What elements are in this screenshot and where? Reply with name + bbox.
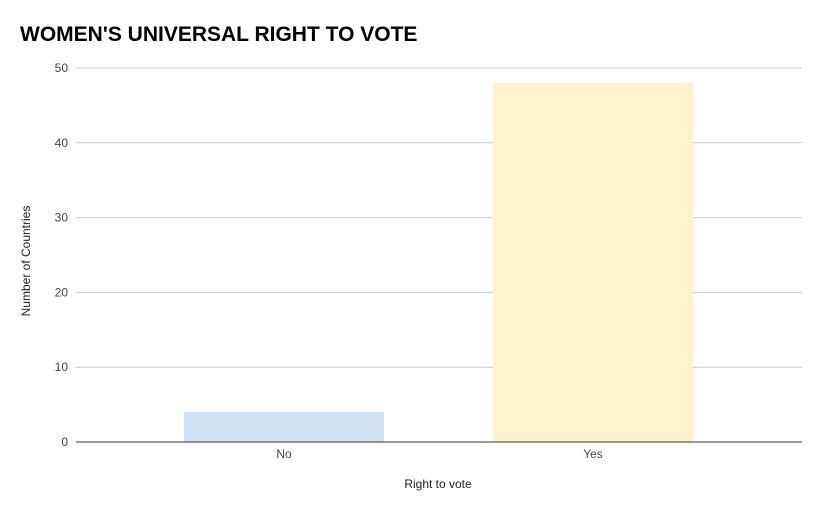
y-tick-label: 0 [61, 435, 68, 449]
x-tick-label: No [276, 447, 292, 461]
y-tick-label: 40 [55, 136, 69, 150]
y-tick-label: 20 [55, 285, 69, 299]
bar-yes [493, 82, 693, 443]
chart-title: WOMEN'S UNIVERSAL RIGHT TO VOTE [20, 23, 417, 46]
x-tick-label: Yes [583, 447, 603, 461]
x-axis-label: Right to vote [404, 477, 472, 491]
x-axis-ticks: No Yes [276, 447, 602, 461]
y-axis-ticks: 0 10 20 30 40 50 [55, 61, 69, 449]
y-tick-label: 50 [55, 61, 69, 75]
y-tick-label: 10 [55, 360, 69, 374]
gridlines [76, 67, 802, 368]
bar-no [184, 412, 384, 442]
bars [184, 82, 693, 443]
bar-chart: WOMEN'S UNIVERSAL RIGHT TO VOTE 0 10 20 30 4… [19, 23, 802, 491]
y-tick-label: 30 [55, 211, 69, 225]
y-axis-label: Number of Countries [19, 206, 33, 317]
